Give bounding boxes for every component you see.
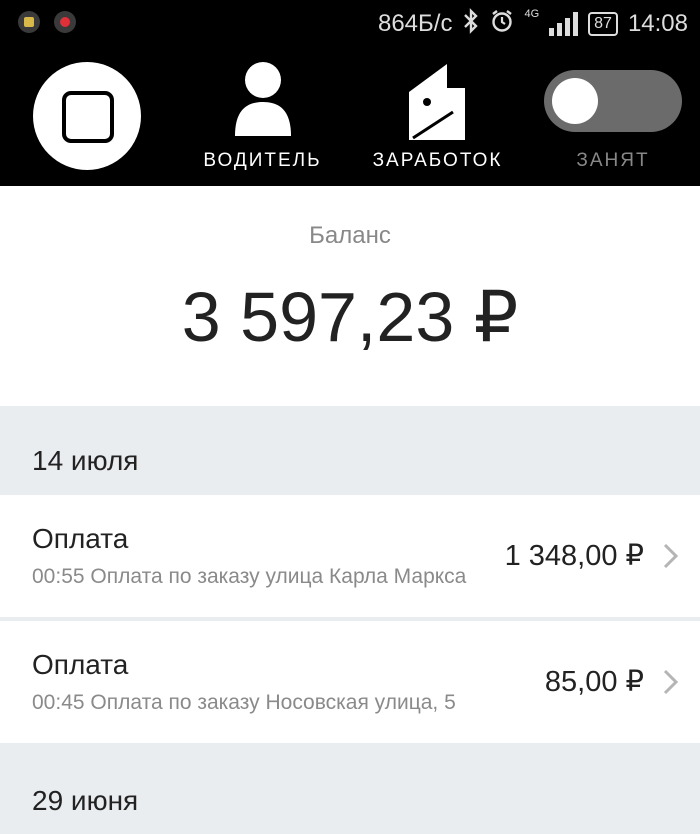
network-type: 4G [524,8,540,20]
record-icon [54,11,76,33]
balance-amount: 3 597,23 ₽ [181,278,519,356]
alarm-icon [490,9,514,39]
status-left [18,11,76,33]
chevron-right-icon [663,543,679,569]
transaction-description: 00:55 Оплата по заказу улица Карла Маркс… [32,565,467,588]
transaction-title: Оплата [32,523,129,554]
transaction-description: 00:45 Оплата по заказу Носовская улица, … [32,691,456,714]
transaction-title: Оплата [32,649,129,680]
top-nav-bar: ВОДИТЕЛЬ ЗАРАБОТОК ЗАНЯТ [0,46,700,186]
transaction-amount: 85,00 ₽ [544,666,644,698]
stop-square-icon [62,91,114,143]
balance-label: Баланс [309,222,391,249]
busy-toggle[interactable] [544,70,682,132]
clock: 14:08 [627,10,688,37]
status-bar: 864Б/с 4G 87 14:08 [0,0,700,46]
transaction-amount: 1 348,00 ₽ [504,540,644,572]
balance-block: Баланс 3 597,23 ₽ [0,186,700,406]
date-header: 29 июня [0,743,700,834]
stop-button[interactable] [33,62,141,170]
date-header-text: 14 июля [32,445,139,476]
transaction-row[interactable]: Оплата 00:45 Оплата по заказу Носовская … [0,621,700,743]
date-header: 14 июля [0,406,700,495]
wallet-icon [409,64,465,140]
date-header-text: 29 июня [32,785,139,816]
bluetooth-icon [462,8,480,40]
nav-driver[interactable]: ВОДИТЕЛЬ [195,60,330,180]
nav-earnings-label: ЗАРАБОТОК [372,150,503,171]
network-speed: 864Б/с [377,10,453,37]
nav-earnings[interactable]: ЗАРАБОТОК [365,60,510,180]
battery-icon: 87 [588,12,618,36]
battery-level: 87 [594,15,612,32]
status-right: 864Б/с 4G 87 14:08 [378,8,688,40]
toggle-knob [552,78,598,124]
signal-icon [549,12,579,36]
nav-busy-label: ЗАНЯТ [576,150,650,171]
chevron-right-icon [663,669,679,695]
transaction-row[interactable]: Оплата 00:55 Оплата по заказу улица Карл… [0,495,700,617]
sim-icon [18,11,40,33]
person-icon [235,62,291,136]
nav-driver-label: ВОДИТЕЛЬ [203,150,322,171]
nav-busy[interactable]: ЗАНЯТ [535,60,691,180]
